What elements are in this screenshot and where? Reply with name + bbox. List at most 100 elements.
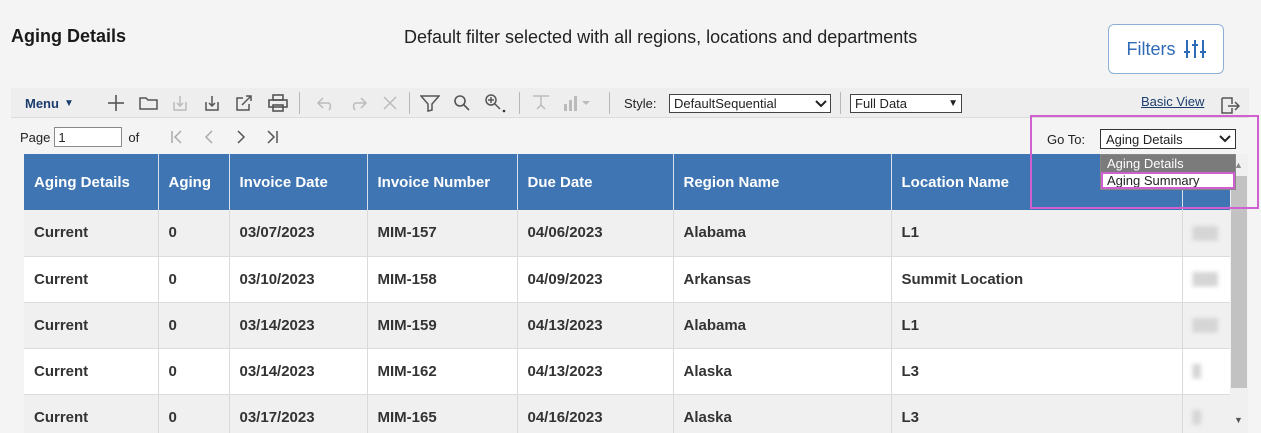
import-icon[interactable] [169,92,191,114]
scroll-thumb[interactable] [1231,176,1247,388]
table-cell: 0 [158,256,230,303]
last-page-icon[interactable] [265,127,279,152]
filter-icon[interactable] [419,92,441,114]
redo-icon[interactable] [347,92,369,114]
pager: Page 1 of [20,126,139,148]
search-icon[interactable] [451,92,473,114]
zoom-icon[interactable] [482,92,508,114]
table-row[interactable]: Current 0 03/07/2023 MIM-157 04/06/2023 … [24,210,1230,257]
drill-icon[interactable] [529,92,553,114]
goto-dropdown-list: Aging Details Aging Summary [1100,154,1236,190]
caret-down-icon: ▼ [948,98,958,109]
table-row[interactable]: Current 0 03/10/2023 MIM-158 04/09/2023 … [24,256,1230,303]
basic-view-link[interactable]: Basic View [1141,94,1204,109]
page-number-input[interactable]: 1 [54,127,123,147]
aging-details-table: Aging Details Aging Invoice Date Invoice… [24,154,1230,433]
filters-button[interactable]: Filters [1108,24,1224,74]
delete-icon[interactable] [379,92,401,114]
prev-page-icon[interactable] [202,127,216,152]
table-cell: Arkansas [673,256,892,303]
exit-icon[interactable] [1219,94,1241,116]
table-cell: 03/14/2023 [229,302,368,349]
obscured-cell: ███ [1182,210,1230,257]
column-header[interactable]: Invoice Number [367,154,518,210]
column-header[interactable]: Invoice Date [229,154,368,210]
goto-option-aging-details[interactable]: Aging Details [1101,155,1235,172]
table-scrollbar[interactable]: ▲ ▼ [1230,154,1248,433]
first-page-icon[interactable] [170,127,184,152]
table-cell: Current [24,348,159,395]
chart-icon[interactable] [561,92,595,114]
next-page-icon[interactable] [234,127,248,152]
table-cell: 0 [158,394,230,433]
table-header-row: Aging Details Aging Invoice Date Invoice… [24,154,1230,210]
menu-label: Menu [25,95,59,111]
goto-selected-value: Aging Details [1106,131,1183,147]
data-mode-value: Full Data [855,96,908,111]
export-icon[interactable] [201,92,223,114]
goto-label: Go To: [1047,132,1086,147]
data-mode-select[interactable]: Full Data ▼ [850,94,962,113]
table-cell: 04/13/2023 [517,302,674,349]
filter-description: Default filter selected with all regions… [404,27,918,47]
table-row[interactable]: Current 0 03/17/2023 MIM-165 04/16/2023 … [24,394,1230,433]
table-cell: 0 [158,348,230,395]
open-folder-icon[interactable] [137,92,161,114]
goto-option-aging-summary[interactable]: Aging Summary [1101,172,1235,189]
scroll-down-icon[interactable]: ▼ [1234,415,1243,425]
table-cell: 03/14/2023 [229,348,368,395]
table-cell: MIM-159 [367,302,518,349]
add-icon[interactable] [105,92,127,114]
table-cell: MIM-157 [367,210,518,257]
column-header[interactable]: Aging [158,154,230,210]
table-cell: 04/06/2023 [517,210,674,257]
table-cell: 04/09/2023 [517,256,674,303]
table-cell: Summit Location [891,256,1183,303]
menu-button[interactable]: Menu ▼ [25,92,74,114]
share-icon[interactable] [233,92,255,114]
style-label: Style: [624,96,657,111]
table-row[interactable]: Current 0 03/14/2023 MIM-159 04/13/2023 … [24,302,1230,349]
table-cell: MIM-158 [367,256,518,303]
page-label: Page [20,129,51,145]
report-toolbar: Menu ▼ Style: DefaultSequential Full Dat… [11,88,1249,118]
page-of-label: of [128,129,140,145]
table-cell: 04/16/2023 [517,394,674,433]
table-cell: 03/17/2023 [229,394,368,433]
column-header[interactable]: Aging Details [24,154,159,210]
table-cell: L3 [891,394,1183,433]
undo-icon[interactable] [315,92,337,114]
sliders-icon [1183,40,1206,58]
table-cell: Current [24,256,159,303]
caret-down-icon: ▼ [63,97,74,109]
chevron-down-icon [1219,135,1231,143]
print-icon[interactable] [266,92,290,114]
table-cell: L3 [891,348,1183,395]
table-cell: MIM-165 [367,394,518,433]
column-header[interactable]: Region Name [673,154,892,210]
toolbar-divider [840,92,841,114]
toolbar-divider [519,92,520,114]
table-cell: L1 [891,210,1183,257]
table-row[interactable]: Current 0 03/14/2023 MIM-162 04/13/2023 … [24,348,1230,395]
table-cell: Current [24,394,159,433]
table-cell: Alabama [673,302,892,349]
obscured-cell: █ [1182,394,1230,433]
obscured-cell: ███ [1182,256,1230,303]
table-cell: MIM-162 [367,348,518,395]
table-cell: Alaska [673,348,892,395]
table-cell: 0 [158,302,230,349]
column-header[interactable]: Due Date [517,154,674,210]
page-title: Aging Details [11,26,127,46]
table-cell: L1 [891,302,1183,349]
table-cell: 03/07/2023 [229,210,368,257]
table-cell: Current [24,302,159,349]
style-select[interactable]: DefaultSequential [669,94,831,113]
toolbar-divider [409,92,410,114]
toolbar-divider [299,92,300,114]
style-select-value: DefaultSequential [674,96,777,111]
chevron-down-icon [815,99,827,107]
goto-select[interactable]: Aging Details [1100,129,1236,149]
table-cell: Current [24,210,159,257]
filters-label: Filters [1126,38,1176,59]
